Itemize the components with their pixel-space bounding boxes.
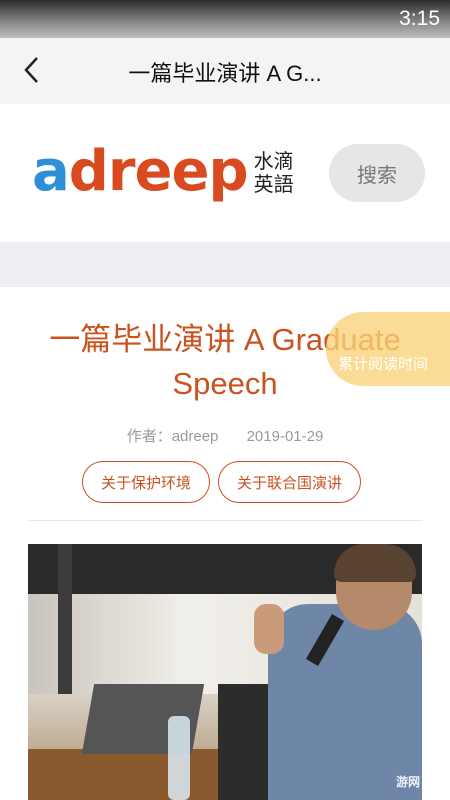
adreep-logo[interactable]: adreep 水滴 英語 [32,142,294,202]
section-divider [0,242,450,287]
logo-letter-2: r [107,139,136,204]
back-button[interactable] [14,52,50,88]
logo-letter-5: p [208,139,248,204]
status-time: 3:15 [399,7,440,30]
divider-line [28,520,422,521]
logo-letter-4: e [171,139,210,204]
tag-list: 关于保护环境 关于联合国演讲 [82,461,362,503]
brand-header: adreep 水滴 英語 搜索 [0,104,450,242]
publish-date: 2019-01-29 [246,428,324,445]
page-title: 一篇毕业演讲 A G... [128,61,322,86]
tag-environment[interactable]: 关于保护环境 [82,461,211,503]
chevron-left-icon [24,57,38,83]
logo-letter-3: e [134,139,173,204]
author-label: 作者：adreep [126,428,219,445]
read-time-badge[interactable]: 累计阅读时间 [326,312,450,386]
logo-chinese-line1: 水滴 [253,149,294,173]
article-meta: 作者：adreep 2019-01-29 [0,425,450,446]
logo-chinese: 水滴 英語 [254,150,294,196]
read-time-label: 累计阅读时间 [338,356,429,373]
article-image: 游网 [28,544,422,800]
watermark: 游网 [395,775,420,789]
logo-letter-0: a [32,139,70,204]
status-bar: 3:15 [0,0,450,38]
logo-letter-1: d [68,139,109,204]
logo-chinese-line2: 英語 [253,172,294,196]
logo-wordmark: adreep [32,139,249,204]
tag-un-speech[interactable]: 关于联合国演讲 [218,461,362,503]
search-button[interactable]: 搜索 [329,144,425,202]
nav-bar: 一篇毕业演讲 A G... [0,38,450,104]
